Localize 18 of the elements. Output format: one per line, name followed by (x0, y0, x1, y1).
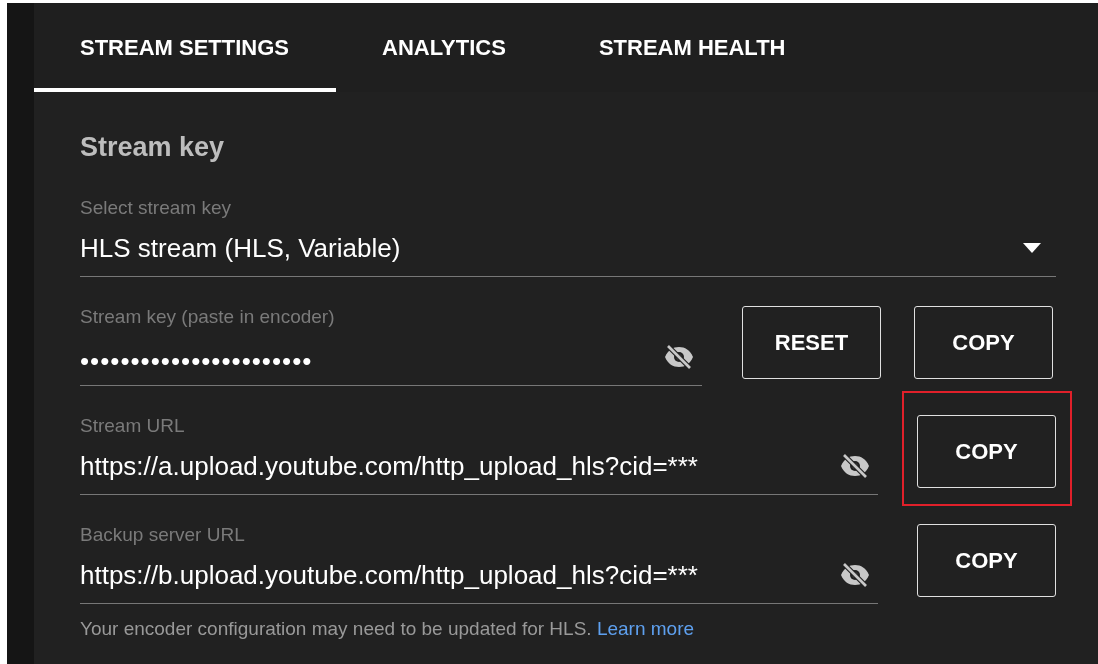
tab[interactable]: STREAM SETTINGS (34, 3, 336, 92)
stream-key-field[interactable]: Stream key (paste in encoder) ••••••••••••••••••••••• (80, 305, 702, 386)
tab[interactable]: ANALYTICS (336, 3, 553, 92)
dropdown-caret-icon (1023, 243, 1041, 253)
copy-button[interactable]: COPY (914, 306, 1053, 379)
section-title: Stream key (80, 132, 226, 164)
copy-button[interactable]: COPY (917, 524, 1056, 597)
eye-slash-icon[interactable] (840, 454, 870, 478)
stream-key-select[interactable]: Select stream key HLS stream (HLS, Variable) (80, 196, 1056, 277)
reset-button[interactable]: RESET (742, 306, 881, 379)
learn-more-link[interactable]: Learn more (596, 618, 695, 639)
helper-text: Your encoder configuration may need to be updated for HLS. Learn more (80, 618, 696, 640)
url-field[interactable]: Backup server URL https://b.upload.youtube.com/http_upload_hls?cid=*** (80, 523, 878, 604)
url-field[interactable]: Stream URL https://a.upload.youtube.com/http_upload_hls?cid=*** (80, 414, 878, 495)
copy-button[interactable]: COPY (917, 415, 1056, 488)
eye-slash-icon[interactable] (664, 345, 694, 369)
tab[interactable]: STREAM HEALTH (552, 3, 833, 92)
eye-slash-icon[interactable] (840, 563, 870, 587)
